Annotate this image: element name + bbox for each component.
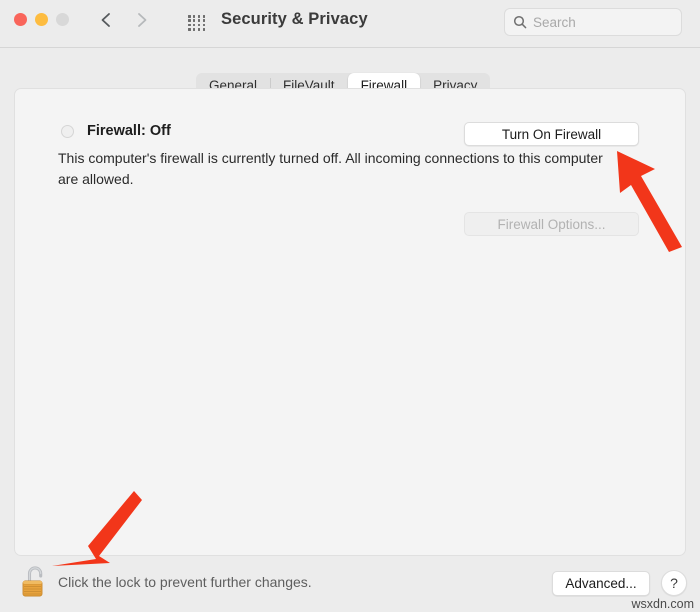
site-watermark: wsxdn.com [631, 597, 694, 611]
window-title: Security & Privacy [221, 10, 368, 28]
search-icon [513, 15, 527, 29]
firewall-description-text: This computer's firewall is currently tu… [58, 150, 603, 187]
window-titlebar: Security & Privacy Search [0, 0, 700, 48]
advanced-button[interactable]: Advanced... [552, 571, 650, 596]
search-placeholder: Search [533, 14, 576, 30]
show-all-grid-icon[interactable] [188, 15, 206, 31]
search-field[interactable]: Search [504, 8, 682, 36]
back-button[interactable] [97, 10, 115, 30]
firewall-content-panel: Firewall: Off This computer's firewall i… [14, 88, 686, 556]
lock-hint-text: Click the lock to prevent further change… [58, 574, 312, 590]
firewall-status-label: Firewall: Off [87, 123, 171, 139]
forward-button[interactable] [133, 10, 151, 30]
minimize-window-button[interactable] [35, 13, 48, 26]
turn-on-firewall-button[interactable]: Turn On Firewall [464, 122, 639, 146]
zoom-window-button[interactable] [56, 13, 69, 26]
firewall-status-row: Firewall: Off [61, 123, 171, 139]
navigation-buttons [97, 10, 151, 30]
close-window-button[interactable] [14, 13, 27, 26]
unlock-padlock-icon[interactable] [20, 562, 54, 600]
firewall-status-indicator-icon [61, 124, 74, 138]
traffic-light-group [14, 13, 69, 26]
security-privacy-window: Security & Privacy Search General FileVa… [0, 0, 700, 612]
help-button[interactable]: ? [661, 570, 687, 596]
firewall-options-button: Firewall Options... [464, 212, 639, 236]
